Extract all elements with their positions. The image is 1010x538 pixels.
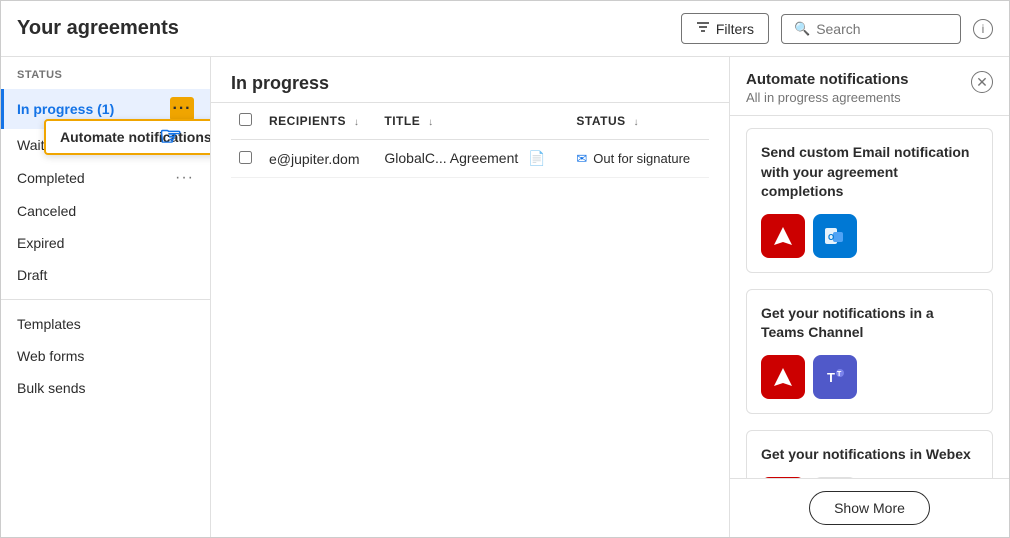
close-button[interactable]: ✕ <box>971 71 993 93</box>
search-box: 🔍 <box>781 14 961 44</box>
right-panel-header: Automate notifications All in progress a… <box>730 57 1009 116</box>
right-panel: Automate notifications All in progress a… <box>729 57 1009 537</box>
recipient-cell: e@jupiter.dom <box>261 140 376 178</box>
right-panel-title: Automate notifications <box>746 71 909 88</box>
filter-button[interactable]: Filters <box>681 13 769 44</box>
recipients-header[interactable]: RECIPIENTS ↓ <box>261 103 376 140</box>
right-panel-subtitle: All in progress agreements <box>746 90 909 105</box>
row-checkbox-cell <box>231 140 261 178</box>
info-icon[interactable]: i <box>973 19 993 39</box>
cursor-hand-icon: ☞ <box>159 121 182 152</box>
adobe-icon[interactable] <box>761 214 805 258</box>
email-notification-card: Send custom Email notification with your… <box>746 128 993 273</box>
content-area: In progress RECIPIENTS ↓ <box>211 57 729 537</box>
sidebar-item-templates[interactable]: Templates <box>1 308 210 340</box>
adobe-icon-2[interactable] <box>761 355 805 399</box>
sidebar-item-templates-label: Templates <box>17 316 194 332</box>
webex-notification-card: Get your notifications in Webex <box>746 430 993 478</box>
table-header-row: RECIPIENTS ↓ TITLE ↓ STATUS ↓ <box>231 103 709 140</box>
status-icon: ✉ <box>576 151 587 167</box>
content-header: In progress <box>211 57 729 103</box>
sidebar-item-bulk-sends-label: Bulk sends <box>17 380 194 396</box>
sidebar-item-bulk-sends[interactable]: Bulk sends <box>1 372 210 404</box>
agreements-table-container: RECIPIENTS ↓ TITLE ↓ STATUS ↓ <box>211 103 729 537</box>
doc-icon: 📄 <box>528 150 545 166</box>
title-sort-icon: ↓ <box>428 117 434 128</box>
top-bar: Your agreements Filters 🔍 i <box>1 1 1009 57</box>
title-header[interactable]: TITLE ↓ <box>376 103 568 140</box>
teams-notification-card: Get your notifications in a Teams Channe… <box>746 289 993 414</box>
sidebar-item-canceled-label: Canceled <box>17 203 194 219</box>
sidebar-item-expired-label: Expired <box>17 235 194 251</box>
filter-label: Filters <box>716 21 754 37</box>
status-header[interactable]: STATUS ↓ <box>568 103 709 140</box>
email-card-title: Send custom Email notification with your… <box>761 143 978 202</box>
sidebar-item-web-forms-label: Web forms <box>17 348 194 364</box>
email-card-icons: O <box>761 214 978 258</box>
row-checkbox[interactable] <box>239 151 252 164</box>
agreements-table: RECIPIENTS ↓ TITLE ↓ STATUS ↓ <box>231 103 709 178</box>
select-all-checkbox[interactable] <box>239 113 252 126</box>
svg-text:O: O <box>828 233 834 242</box>
teams-icon[interactable]: T T <box>813 355 857 399</box>
show-more-button[interactable]: Show More <box>809 491 930 525</box>
outlook-icon[interactable]: O <box>813 214 857 258</box>
webex-card-title: Get your notifications in Webex <box>761 445 978 465</box>
sidebar-item-in-progress[interactable]: In progress (1) ··· Automate notificatio… <box>1 89 210 129</box>
sidebar: STATUS In progress (1) ··· Automate noti… <box>1 57 211 537</box>
status-section-label: STATUS <box>1 69 210 89</box>
table-row: e@jupiter.dom GlobalC... Agreement 📄 ✉ O… <box>231 140 709 178</box>
recipients-sort-icon: ↓ <box>354 117 360 128</box>
sidebar-item-draft[interactable]: Draft <box>1 259 210 291</box>
sidebar-item-expired[interactable]: Expired <box>1 227 210 259</box>
status-text: Out for signature <box>593 151 690 166</box>
teams-card-icons: T T <box>761 355 978 399</box>
sidebar-item-completed-label: Completed <box>17 170 175 186</box>
status-badge: ✉ Out for signature <box>576 151 701 167</box>
page-title: Your agreements <box>17 17 179 40</box>
close-icon: ✕ <box>976 74 988 91</box>
filter-icon <box>696 20 710 37</box>
sidebar-item-completed[interactable]: Completed ··· <box>1 161 210 195</box>
sidebar-item-canceled[interactable]: Canceled <box>1 195 210 227</box>
svg-text:T: T <box>827 370 835 385</box>
right-panel-content: Send custom Email notification with your… <box>730 116 1009 478</box>
sidebar-item-in-progress-label: In progress (1) <box>17 101 170 117</box>
search-input[interactable] <box>816 21 948 37</box>
automate-popup-label: Automate notifications <box>60 129 211 145</box>
right-panel-title-group: Automate notifications All in progress a… <box>746 71 909 105</box>
status-cell: ✉ Out for signature <box>568 140 709 178</box>
automate-notifications-popup[interactable]: Automate notifications <box>44 119 211 155</box>
title-cell: GlobalC... Agreement 📄 <box>376 140 568 178</box>
more-options-button[interactable]: ··· <box>170 97 194 121</box>
sidebar-divider <box>1 299 210 300</box>
svg-text:T: T <box>837 371 842 378</box>
teams-card-title: Get your notifications in a Teams Channe… <box>761 304 978 343</box>
info-symbol: i <box>982 22 985 36</box>
search-icon: 🔍 <box>794 21 810 37</box>
sidebar-item-draft-label: Draft <box>17 267 194 283</box>
checkbox-header <box>231 103 261 140</box>
sidebar-item-web-forms[interactable]: Web forms <box>1 340 210 372</box>
completed-more-dots[interactable]: ··· <box>175 169 194 187</box>
main-layout: STATUS In progress (1) ··· Automate noti… <box>1 57 1009 537</box>
right-panel-footer: Show More <box>730 478 1009 537</box>
content-heading: In progress <box>231 73 709 94</box>
status-sort-icon: ↓ <box>633 117 639 128</box>
